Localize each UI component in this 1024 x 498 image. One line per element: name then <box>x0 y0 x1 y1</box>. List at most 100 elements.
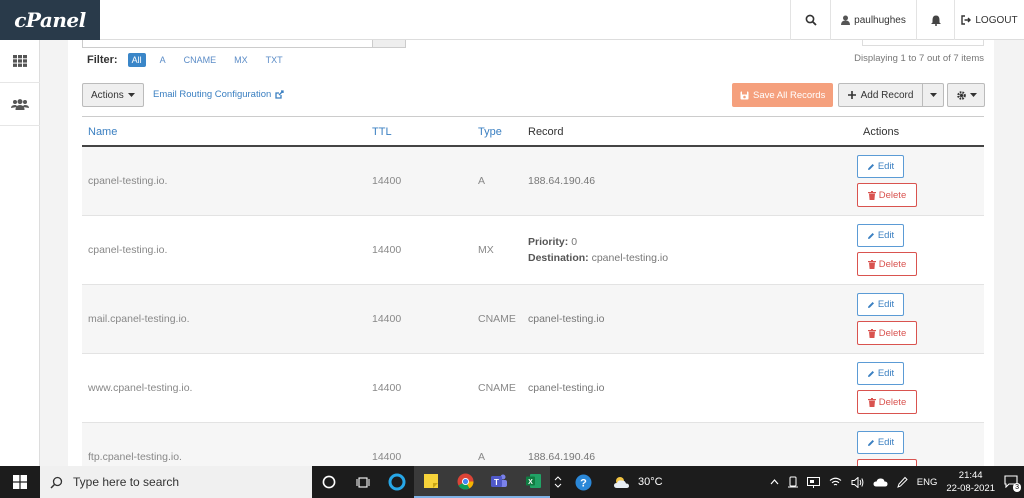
delete-button[interactable]: Delete <box>857 252 917 276</box>
email-routing-link[interactable]: Email Routing Configuration <box>153 89 284 100</box>
teams-icon: T <box>491 474 507 487</box>
edit-button[interactable]: Edit <box>857 293 904 316</box>
record-name: ftp.cpanel-testing.io. <box>88 451 182 463</box>
weather-widget[interactable]: 30°C <box>612 475 663 489</box>
delete-button[interactable]: Delete <box>857 321 917 345</box>
windows-logo-icon <box>13 475 27 489</box>
sidebar-item-users[interactable] <box>0 83 40 126</box>
edit-button[interactable]: Edit <box>857 155 904 178</box>
column-header-name[interactable]: Name <box>88 126 117 138</box>
pen-icon[interactable] <box>896 476 908 488</box>
add-record-dropdown-toggle[interactable] <box>923 84 943 106</box>
taskbar-app-excel[interactable]: X <box>516 466 550 498</box>
record-type: A <box>478 175 486 187</box>
edit-button[interactable]: Edit <box>857 431 904 454</box>
settings-dropdown-button[interactable] <box>947 83 985 107</box>
column-header-type[interactable]: Type <box>478 126 502 138</box>
record-ttl: 14400 <box>372 175 402 187</box>
record-type: CNAME <box>478 313 516 325</box>
cpanel-logo[interactable]: cPanel <box>0 0 100 40</box>
add-record-button[interactable]: Add Record <box>839 84 923 106</box>
search-icon <box>805 14 817 26</box>
column-header-ttl[interactable]: TTL <box>372 126 392 138</box>
left-sidebar <box>0 40 40 466</box>
user-icon <box>841 15 851 25</box>
wifi-icon[interactable] <box>829 477 842 487</box>
logo-text: cPanel <box>14 8 86 32</box>
volume-icon[interactable] <box>851 476 864 488</box>
grid-icon <box>13 55 27 67</box>
delete-button[interactable]: Delete <box>857 459 917 466</box>
filter-option-all[interactable]: All <box>127 53 146 67</box>
filter-option-a[interactable]: A <box>156 53 170 67</box>
taskbar-app-cortana[interactable] <box>380 466 414 498</box>
search-submit-button[interactable] <box>372 40 406 48</box>
priority-label: Priority: <box>528 236 569 248</box>
temperature: 30°C <box>638 476 663 488</box>
page-size-selector[interactable] <box>862 40 984 46</box>
delete-button[interactable]: Delete <box>857 390 917 414</box>
edit-button[interactable]: Edit <box>857 362 904 385</box>
search-button[interactable] <box>790 0 830 40</box>
filter-option-txt[interactable]: TXT <box>262 53 287 67</box>
pencil-icon <box>867 439 874 446</box>
row-actions: Edit Delete <box>857 155 917 207</box>
record-ttl: 14400 <box>372 313 402 325</box>
save-all-records-button[interactable]: Save All Records <box>732 83 834 107</box>
notification-count: 3 <box>1013 483 1021 492</box>
record-ttl: 14400 <box>372 382 402 394</box>
filter-option-mx[interactable]: MX <box>230 53 252 67</box>
mx-destination: Destination: cpanel-testing.io <box>528 250 668 266</box>
taskbar-app-teams[interactable]: T <box>482 466 516 498</box>
search-input[interactable] <box>82 40 404 48</box>
notifications-center-button[interactable]: 3 <box>1004 475 1021 492</box>
pencil-icon <box>867 232 874 239</box>
edit-button[interactable]: Edit <box>857 224 904 247</box>
chevron-up-down-icon <box>554 476 562 488</box>
pencil-icon <box>867 163 874 170</box>
record-type: MX <box>478 244 494 256</box>
search-icon <box>50 476 63 489</box>
table-row: mail.cpanel-testing.io. 14400 CNAME cpan… <box>82 285 984 354</box>
actions-dropdown-button[interactable]: Actions <box>82 83 144 107</box>
logout-button[interactable]: LOGOUT <box>954 0 1024 40</box>
notifications-button[interactable] <box>916 0 954 40</box>
sticky-notes-icon <box>424 474 438 488</box>
cortana-circle-icon <box>322 475 336 489</box>
language-indicator[interactable]: ENG <box>917 477 938 488</box>
start-button[interactable] <box>0 466 40 498</box>
taskbar-search-box[interactable]: Type here to search <box>40 466 312 498</box>
excel-icon: X <box>525 474 541 488</box>
filter-label: Filter: <box>87 54 118 66</box>
taskbar-app-sticky-notes[interactable] <box>414 466 448 498</box>
record-value: 188.64.190.46 <box>528 451 596 463</box>
device-icon[interactable] <box>787 476 798 488</box>
chevron-up-icon[interactable] <box>770 479 779 485</box>
gear-icon <box>956 90 966 100</box>
taskbar-overflow-toggle[interactable] <box>550 466 566 498</box>
windows-taskbar: Type here to search T X ? 30°C ENG 21:44… <box>0 466 1024 498</box>
delete-button[interactable]: Delete <box>857 183 917 207</box>
taskbar-app-help[interactable]: ? <box>566 466 600 498</box>
row-actions: Edit Delete <box>857 362 917 414</box>
system-tray: ENG 21:44 22-08-2021 3 <box>770 466 1024 498</box>
taskbar-app-chrome[interactable] <box>448 466 482 498</box>
record-value: Priority: 0 Destination: cpanel-testing.… <box>528 234 668 266</box>
filter-option-cname[interactable]: CNAME <box>180 53 221 67</box>
delete-label: Delete <box>878 189 907 201</box>
sidebar-item-tools[interactable] <box>0 40 40 83</box>
task-view-button[interactable] <box>346 466 380 498</box>
task-view-icon <box>356 476 370 488</box>
table-row: cpanel-testing.io. 14400 MX Priority: 0 … <box>82 216 984 285</box>
table-row: ftp.cpanel-testing.io. 14400 A 188.64.19… <box>82 423 984 466</box>
user-menu[interactable]: paulhughes <box>830 0 916 40</box>
top-bar: cPanel paulhughes LOGOUT <box>0 0 1024 40</box>
clock[interactable]: 21:44 22-08-2021 <box>946 469 995 495</box>
onedrive-cloud-icon[interactable] <box>873 477 888 487</box>
cortana-button[interactable] <box>312 466 346 498</box>
display-icon[interactable] <box>806 476 820 488</box>
edit-label: Edit <box>877 299 895 310</box>
table-row: www.cpanel-testing.io. 14400 CNAME cpane… <box>82 354 984 423</box>
edit-label: Edit <box>877 437 895 448</box>
caret-down-icon <box>929 93 937 97</box>
